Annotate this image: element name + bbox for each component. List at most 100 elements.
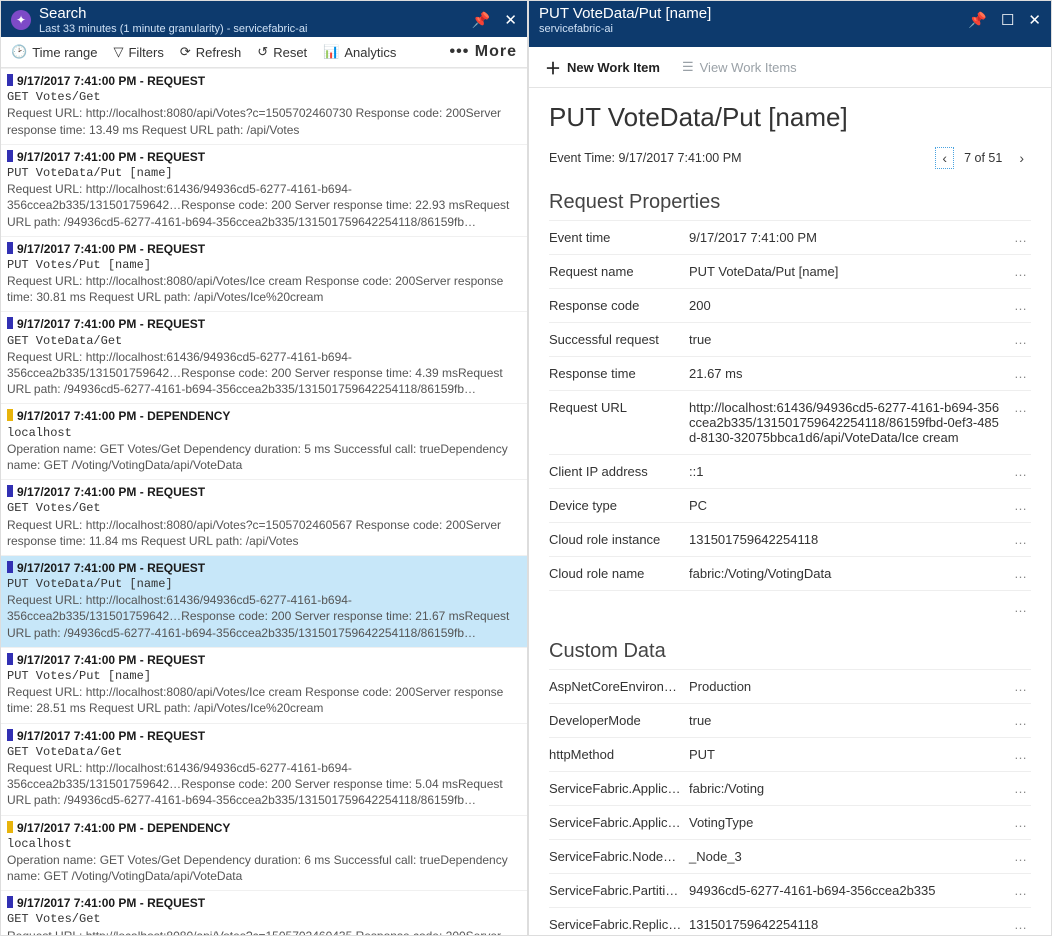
pager-text: 7 of 51: [964, 151, 1002, 165]
filters-button[interactable]: ▽ Filters: [113, 44, 163, 60]
result-row[interactable]: 9/17/2017 7:41:00 PM - DEPENDENCYlocalho…: [1, 403, 527, 479]
property-key: Response time: [549, 366, 689, 381]
property-value: ::1: [689, 464, 1010, 479]
property-menu-icon[interactable]: …: [1010, 366, 1031, 381]
property-value: 131501759642254118: [689, 532, 1010, 547]
result-row[interactable]: 9/17/2017 7:41:00 PM - REQUESTGET VoteDa…: [1, 723, 527, 815]
property-menu-icon[interactable]: …: [1010, 883, 1031, 898]
pin-icon[interactable]: 📌: [968, 11, 987, 29]
property-key: httpMethod: [549, 747, 689, 762]
property-key: Cloud role name: [549, 566, 689, 581]
property-menu-icon[interactable]: …: [1010, 849, 1031, 864]
property-menu-icon[interactable]: …: [1010, 400, 1031, 415]
analytics-button[interactable]: 📊 Analytics: [323, 44, 396, 60]
workitem-bar: ＋New Work Item ☰ View Work Items: [529, 47, 1051, 88]
time-range-button[interactable]: 🕑 Time range: [11, 44, 97, 60]
property-key: Response code: [549, 298, 689, 313]
property-row: …: [549, 590, 1031, 624]
result-row[interactable]: 9/17/2017 7:41:00 PM - DEPENDENCYlocalho…: [1, 815, 527, 891]
property-row: ServiceFabric.Applic…fabric:/Voting…: [549, 771, 1031, 805]
property-menu-icon[interactable]: …: [1010, 815, 1031, 830]
close-icon[interactable]: ✕: [1028, 11, 1041, 29]
property-row: httpMethodPUT…: [549, 737, 1031, 771]
property-menu-icon[interactable]: …: [1010, 264, 1031, 279]
search-toolbar: 🕑 Time range ▽ Filters ⟳ Refresh ↺ Reset…: [1, 37, 527, 68]
property-row: Device typePC…: [549, 488, 1031, 522]
search-titlebar: ✦ Search Last 33 minutes (1 minute granu…: [1, 1, 527, 37]
result-row[interactable]: 9/17/2017 7:41:00 PM - REQUESTGET Votes/…: [1, 479, 527, 555]
pager: ‹ 7 of 51 ›: [935, 147, 1031, 169]
property-key: ServiceFabric.Applic…: [549, 815, 689, 830]
property-row: ServiceFabric.Node…_Node_3…: [549, 839, 1031, 873]
property-row: AspNetCoreEnviron…Production…: [549, 669, 1031, 703]
new-work-item[interactable]: ＋New Work Item: [545, 55, 660, 79]
detail-heading: PUT VoteData/Put [name]: [549, 102, 1031, 133]
detail-title: PUT VoteData/Put [name]: [539, 5, 968, 22]
search-subtitle: Last 33 minutes (1 minute granularity) -…: [39, 23, 472, 35]
custom-data-heading: Custom Data: [549, 640, 1031, 663]
property-row: Cloud role namefabric:/Voting/VotingData…: [549, 556, 1031, 590]
property-key: Request name: [549, 264, 689, 279]
property-value: 131501759642254118: [689, 917, 1010, 932]
property-row: ServiceFabric.Partiti…94936cd5-6277-4161…: [549, 873, 1031, 907]
property-value: Production: [689, 679, 1010, 694]
request-properties: Event time9/17/2017 7:41:00 PM…Request n…: [549, 220, 1031, 624]
result-row[interactable]: 9/17/2017 7:41:00 PM - REQUESTPUT Votes/…: [1, 236, 527, 312]
more-button[interactable]: ••• More: [450, 43, 517, 61]
property-value: PC: [689, 498, 1010, 513]
property-menu-icon[interactable]: …: [1010, 532, 1031, 547]
property-row: Cloud role instance131501759642254118…: [549, 522, 1031, 556]
result-row[interactable]: 9/17/2017 7:41:00 PM - REQUESTGET VoteDa…: [1, 311, 527, 403]
next-button[interactable]: ›: [1012, 147, 1031, 169]
property-menu-icon[interactable]: …: [1010, 917, 1031, 932]
result-row[interactable]: 9/17/2017 7:41:00 PM - REQUESTPUT VoteDa…: [1, 555, 527, 647]
view-work-items: ☰ View Work Items: [682, 55, 797, 79]
property-key: Cloud role instance: [549, 532, 689, 547]
pin-icon[interactable]: 📌: [472, 11, 491, 29]
result-row[interactable]: 9/17/2017 7:41:00 PM - REQUESTPUT VoteDa…: [1, 144, 527, 236]
results-list: 9/17/2017 7:41:00 PM - REQUESTGET Votes/…: [1, 68, 527, 935]
refresh-button[interactable]: ⟳ Refresh: [180, 44, 241, 60]
maximize-icon[interactable]: ☐: [1001, 11, 1014, 29]
property-value: _Node_3: [689, 849, 1010, 864]
property-value: true: [689, 332, 1010, 347]
property-menu-icon[interactable]: …: [1010, 747, 1031, 762]
property-key: Successful request: [549, 332, 689, 347]
property-value: fabric:/Voting/VotingData: [689, 566, 1010, 581]
property-menu-icon[interactable]: …: [1010, 498, 1031, 513]
request-properties-heading: Request Properties: [549, 191, 1031, 214]
prev-button[interactable]: ‹: [935, 147, 954, 169]
property-key: AspNetCoreEnviron…: [549, 679, 689, 694]
property-row: Request namePUT VoteData/Put [name]…: [549, 254, 1031, 288]
result-row[interactable]: 9/17/2017 7:41:00 PM - REQUESTGET Votes/…: [1, 890, 527, 935]
property-row: DeveloperModetrue…: [549, 703, 1031, 737]
property-key: Request URL: [549, 400, 689, 415]
property-key: ServiceFabric.Partiti…: [549, 883, 689, 898]
property-menu-icon[interactable]: …: [1010, 600, 1031, 615]
property-menu-icon[interactable]: …: [1010, 713, 1031, 728]
property-row: ServiceFabric.Replic…131501759642254118…: [549, 907, 1031, 935]
event-time-label: Event Time: 9/17/2017 7:41:00 PM: [549, 151, 741, 165]
property-menu-icon[interactable]: …: [1010, 781, 1031, 796]
reset-button[interactable]: ↺ Reset: [257, 44, 307, 60]
property-menu-icon[interactable]: …: [1010, 298, 1031, 313]
property-value: 9/17/2017 7:41:00 PM: [689, 230, 1010, 245]
close-icon[interactable]: ✕: [504, 11, 517, 29]
property-key: ServiceFabric.Node…: [549, 849, 689, 864]
property-menu-icon[interactable]: …: [1010, 566, 1031, 581]
property-key: ServiceFabric.Applic…: [549, 781, 689, 796]
property-row: Successful requesttrue…: [549, 322, 1031, 356]
detail-pane: PUT VoteData/Put [name] servicefabric-ai…: [528, 0, 1052, 936]
property-value: PUT VoteData/Put [name]: [689, 264, 1010, 279]
insights-icon: ✦: [11, 10, 31, 30]
property-value: VotingType: [689, 815, 1010, 830]
result-row[interactable]: 9/17/2017 7:41:00 PM - REQUESTPUT Votes/…: [1, 647, 527, 723]
property-menu-icon[interactable]: …: [1010, 332, 1031, 347]
property-value: 94936cd5-6277-4161-b694-356ccea2b335: [689, 883, 1010, 898]
property-key: Device type: [549, 498, 689, 513]
property-menu-icon[interactable]: …: [1010, 679, 1031, 694]
property-menu-icon[interactable]: …: [1010, 464, 1031, 479]
result-row[interactable]: 9/17/2017 7:41:00 PM - REQUESTGET Votes/…: [1, 68, 527, 144]
property-menu-icon[interactable]: …: [1010, 230, 1031, 245]
detail-subtitle: servicefabric-ai: [539, 23, 968, 35]
